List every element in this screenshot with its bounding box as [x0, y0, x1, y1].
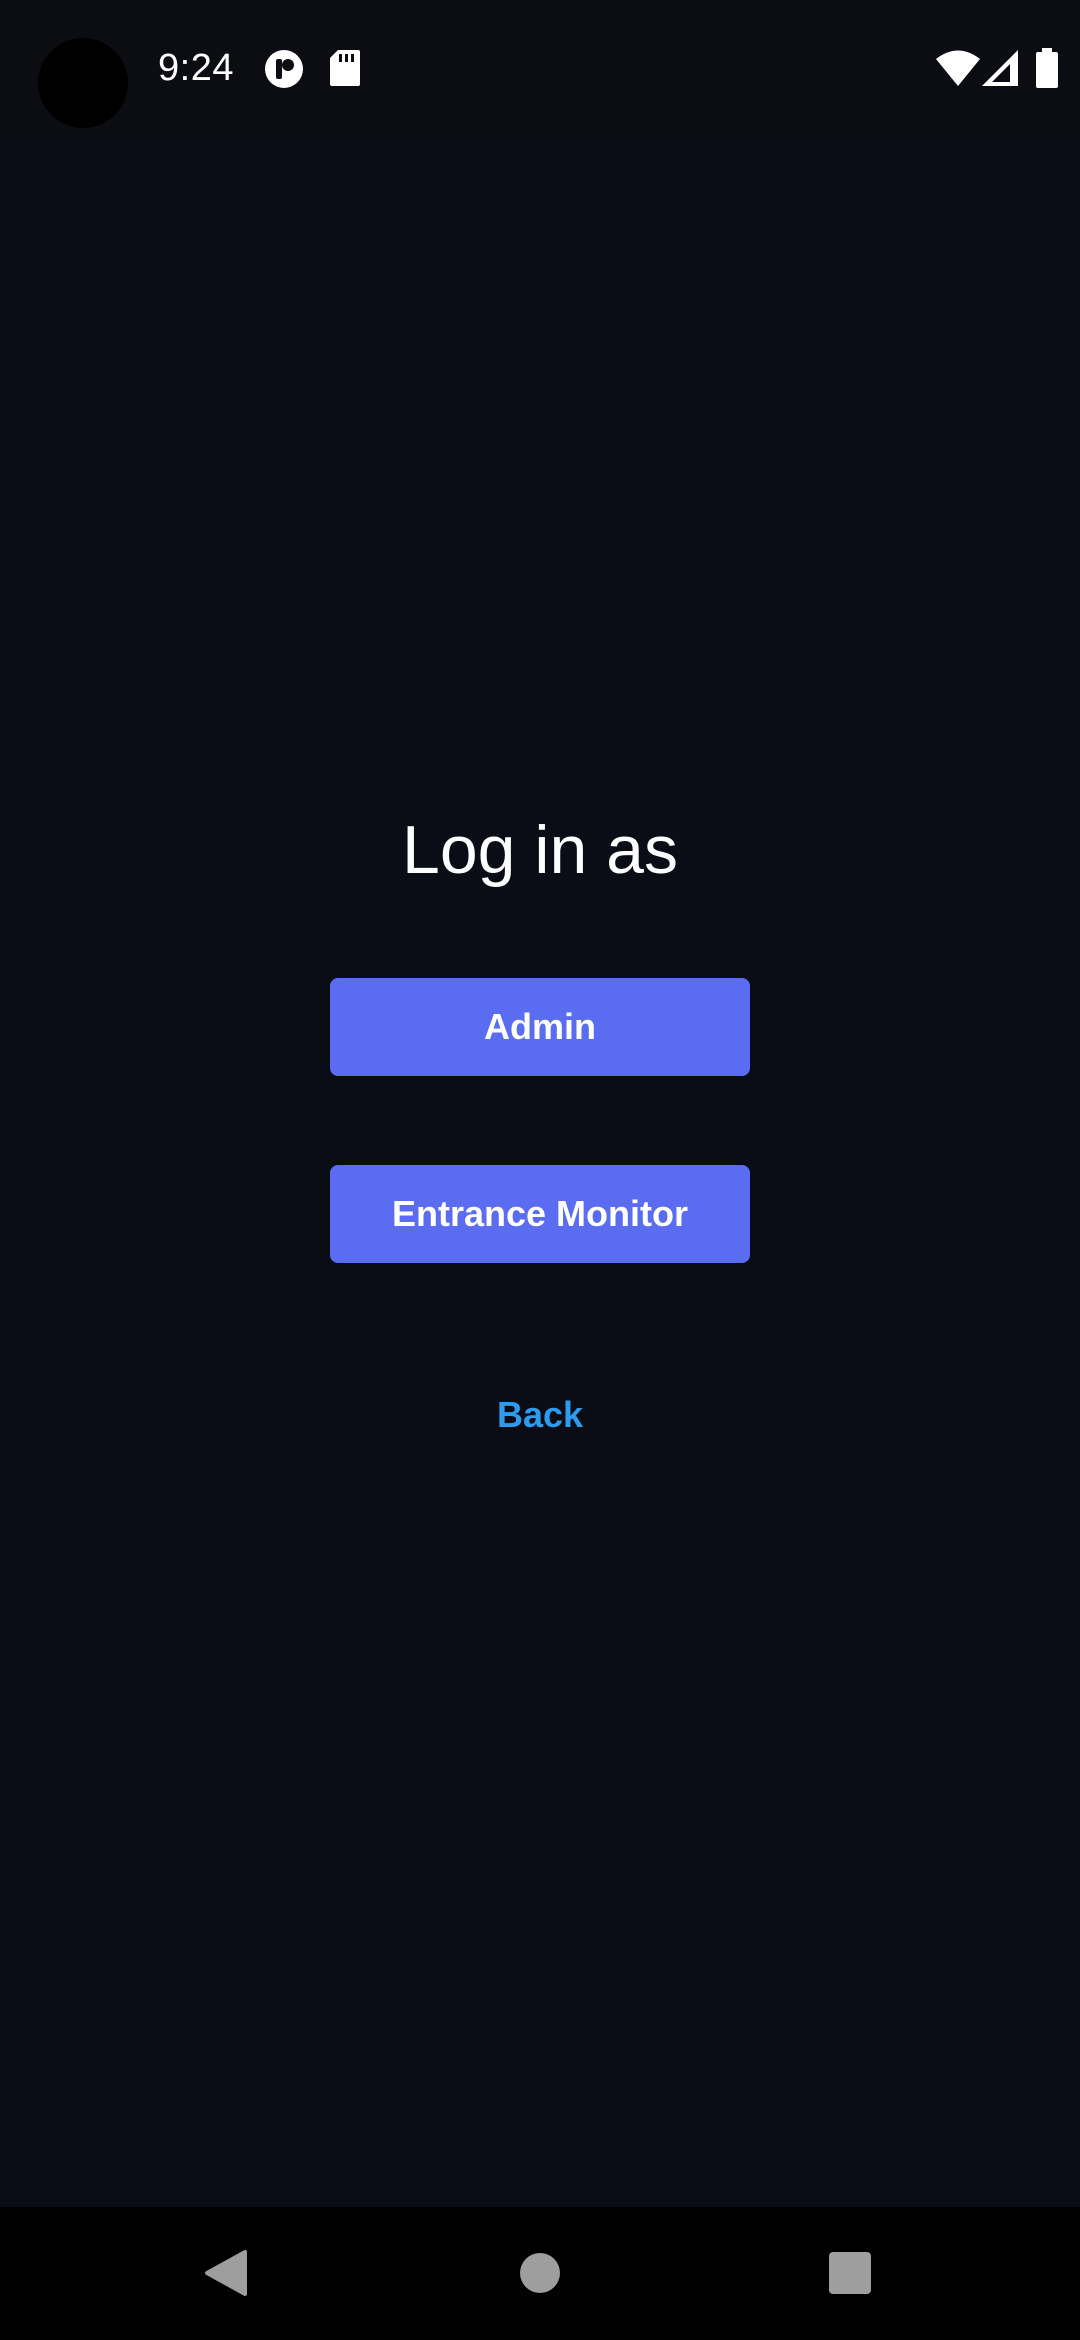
page-title: Log in as — [402, 812, 678, 888]
camera-cutout — [38, 38, 128, 128]
navigation-bar — [0, 2207, 1080, 2340]
back-triangle-icon[interactable] — [186, 2233, 266, 2313]
status-bar: 9:24 — [0, 0, 1080, 136]
admin-login-button[interactable]: Admin — [330, 978, 750, 1076]
login-role-screen: 9:24 Log in as Admin Entrance Monitor Ba… — [0, 0, 1080, 2340]
recents-square-icon[interactable] — [810, 2233, 890, 2313]
status-time: 9:24 — [158, 47, 234, 89]
back-link[interactable]: Back — [0, 1390, 1080, 1440]
sd-card-icon — [330, 50, 360, 86]
battery-icon — [1036, 48, 1058, 88]
wifi-icon — [936, 50, 980, 86]
entrance-monitor-login-button[interactable]: Entrance Monitor — [330, 1165, 750, 1263]
cellular-signal-icon — [982, 50, 1018, 86]
notification-app-icon — [264, 49, 304, 89]
home-circle-icon[interactable] — [500, 2233, 580, 2313]
